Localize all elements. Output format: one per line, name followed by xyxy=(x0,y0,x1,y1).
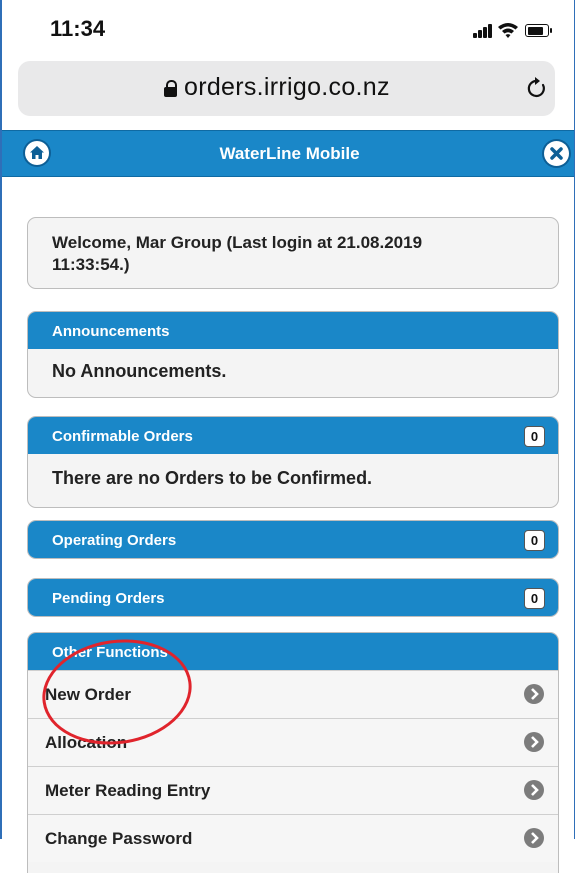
announcements-body: No Announcements. xyxy=(52,361,227,381)
confirmable-orders-panel: Confirmable Orders 0 There are no Orders… xyxy=(27,416,559,508)
confirmable-orders-title: Confirmable Orders xyxy=(52,428,193,445)
chevron-right-icon xyxy=(524,732,544,752)
operating-orders-title: Operating Orders xyxy=(52,532,177,549)
menu-item-meter-reading-entry[interactable]: Meter Reading Entry xyxy=(28,766,558,814)
battery-icon xyxy=(525,24,552,37)
operating-orders-panel[interactable]: Operating Orders 0 xyxy=(27,520,559,559)
wifi-icon xyxy=(498,23,518,38)
close-icon xyxy=(550,147,563,160)
app-header: WaterLine Mobile xyxy=(2,130,574,177)
reload-icon[interactable] xyxy=(525,75,549,101)
pending-orders-header[interactable]: Pending Orders 0 xyxy=(28,579,558,616)
frame-border-left xyxy=(0,0,2,839)
announcements-panel: Announcements No Announcements. xyxy=(27,311,559,398)
chevron-right-icon xyxy=(524,684,544,704)
menu-item-change-password[interactable]: Change Password xyxy=(28,814,558,862)
confirmable-orders-header[interactable]: Confirmable Orders 0 xyxy=(28,417,558,454)
status-bar: 11:34 xyxy=(6,0,572,58)
close-button[interactable] xyxy=(544,141,569,166)
pending-orders-title: Pending Orders xyxy=(52,590,165,607)
url-bar[interactable]: orders.irrigo.co.nz xyxy=(18,61,555,116)
url-text[interactable]: orders.irrigo.co.nz xyxy=(184,73,390,102)
confirmable-orders-body: There are no Orders to be Confirmed. xyxy=(52,468,373,488)
app-title: WaterLine Mobile xyxy=(219,144,360,163)
confirmable-orders-count: 0 xyxy=(524,426,545,447)
welcome-panel: Welcome, Mar Group (Last login at 21.08.… xyxy=(27,217,559,289)
menu-item-label: Meter Reading Entry xyxy=(45,781,211,800)
announcements-header: Announcements xyxy=(28,312,558,349)
pending-orders-panel[interactable]: Pending Orders 0 xyxy=(27,578,559,617)
lock-icon xyxy=(164,80,178,98)
chevron-right-icon xyxy=(524,780,544,800)
cellular-signal-icon xyxy=(473,24,493,38)
operating-orders-header[interactable]: Operating Orders 0 xyxy=(28,521,558,558)
operating-orders-count: 0 xyxy=(524,530,545,551)
welcome-message: Welcome, Mar Group (Last login at 21.08.… xyxy=(52,233,423,274)
status-time: 11:34 xyxy=(50,16,106,41)
pending-orders-count: 0 xyxy=(524,588,545,609)
chevron-right-icon xyxy=(524,828,544,848)
